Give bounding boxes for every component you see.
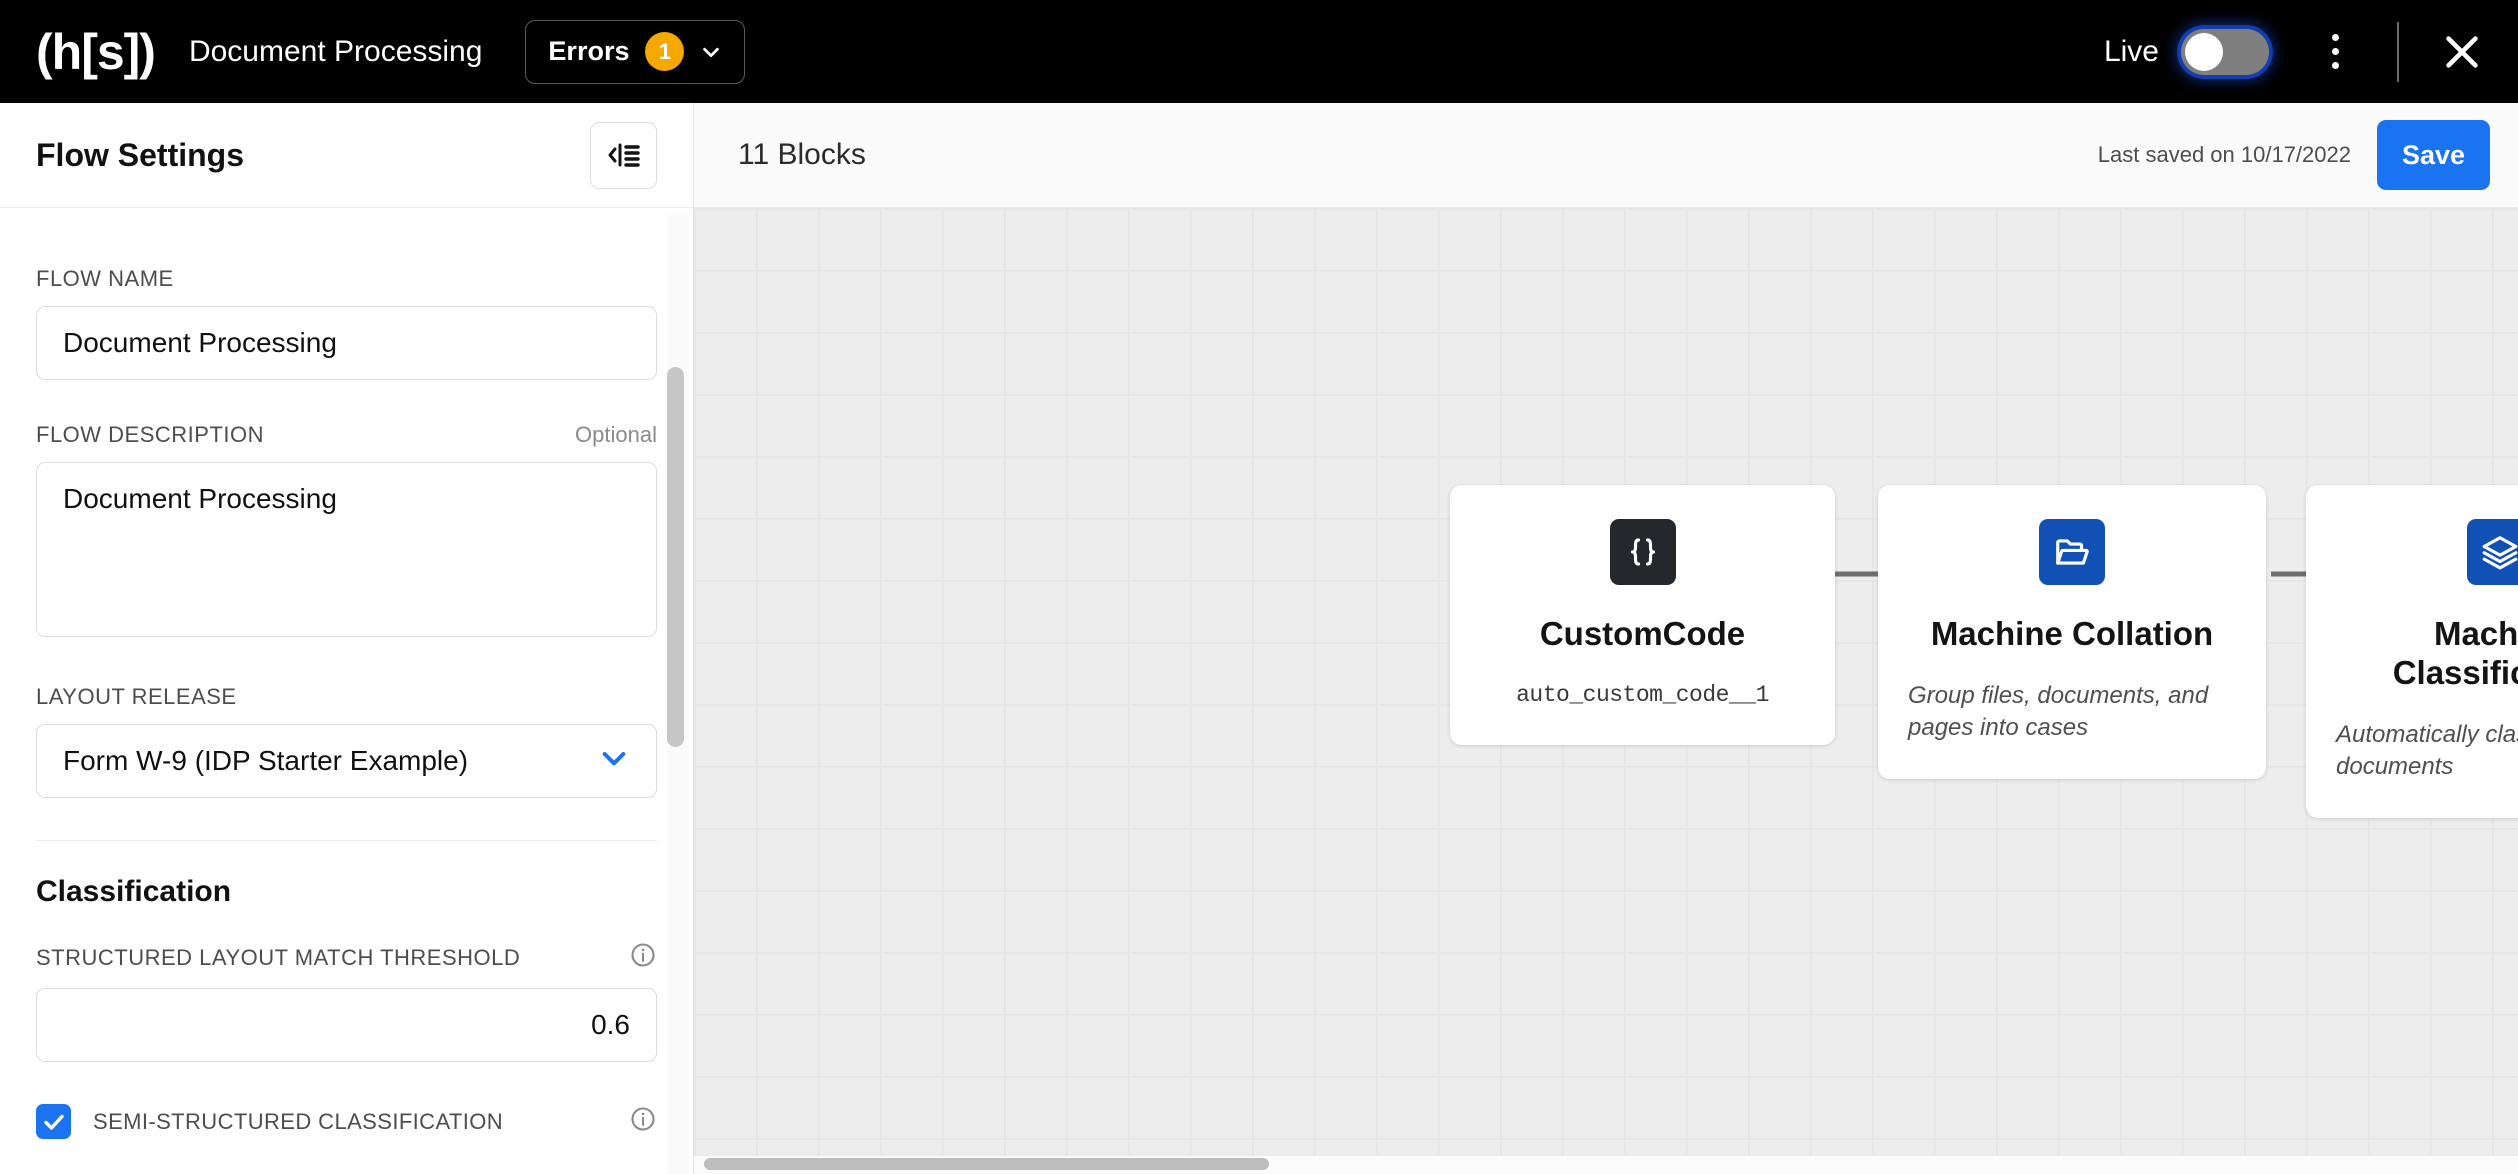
layers-icon — [2467, 519, 2518, 585]
sidebar-header: Flow Settings — [0, 103, 693, 208]
layout-release-value: Form W-9 (IDP Starter Example) — [63, 745, 469, 776]
top-bar-right-group: Live — [2103, 21, 2485, 82]
semi-structured-classification-checkbox[interactable] — [36, 1104, 71, 1139]
blocks-count-label: 11 Blocks — [738, 138, 866, 171]
sidebar-title: Flow Settings — [36, 136, 244, 173]
canvas-horizontal-scrollbar-thumb[interactable] — [704, 1158, 1269, 1170]
layout-release-label-row: LAYOUT RELEASE — [36, 684, 657, 710]
app-root: (h[s]) Document Processing Errors 1 Live — [0, 0, 2518, 1174]
layout-release-field: LAYOUT RELEASE Form W-9 (IDP Starter Exa… — [36, 684, 657, 798]
flow-node-machine-classification[interactable]: Machine Classification Automatically cla… — [2306, 485, 2518, 818]
top-bar: (h[s]) Document Processing Errors 1 Live — [0, 0, 2518, 103]
chevron-down-icon — [700, 41, 722, 63]
last-saved-label: Last saved on 10/17/2022 — [2097, 142, 2351, 167]
flow-name-field: FLOW NAME — [36, 266, 657, 380]
threshold-field: STRUCTURED LAYOUT MATCH THRESHOLD — [36, 941, 657, 1062]
flow-description-field: FLOW DESCRIPTION Optional Document Proce… — [36, 422, 657, 642]
flow-node-customcode[interactable]: CustomCode auto_custom_code__1 — [1450, 485, 1835, 745]
flow-description-label: FLOW DESCRIPTION — [36, 422, 265, 447]
sidebar-scrollbar-track[interactable] — [667, 215, 689, 1174]
threshold-label-row: STRUCTURED LAYOUT MATCH THRESHOLD — [36, 941, 657, 974]
toggle-knob — [2185, 32, 2223, 71]
live-label: Live — [2103, 34, 2159, 68]
semi-structured-classification-row: SEMI-STRUCTURED CLASSIFICATION — [36, 1104, 657, 1139]
toolbar-divider — [2397, 21, 2399, 82]
layout-release-select[interactable]: Form W-9 (IDP Starter Example) — [36, 724, 657, 798]
node-subtitle: Group files, documents, and pages into c… — [1908, 681, 2209, 742]
chevron-down-icon — [598, 742, 630, 781]
flow-name-label-row: FLOW NAME — [36, 266, 657, 292]
folder-open-icon — [2039, 519, 2105, 585]
kebab-dot — [2331, 48, 2339, 55]
layout-release-label: LAYOUT RELEASE — [36, 684, 237, 709]
flow-name-label: FLOW NAME — [36, 266, 174, 291]
sidebar-scrollbar-thumb[interactable] — [667, 367, 684, 747]
errors-dropdown-button[interactable]: Errors 1 — [525, 19, 746, 84]
kebab-dot — [2331, 34, 2339, 41]
layout-release-select-wrap: Form W-9 (IDP Starter Example) — [36, 724, 657, 798]
flow-description-optional-tag: Optional — [575, 422, 657, 447]
sidebar-content: FLOW NAME FLOW DESCRIPTION Optional Docu… — [0, 208, 693, 1174]
kebab-dot — [2331, 62, 2339, 69]
node-subtitle: Automatically classify documents — [2336, 720, 2518, 781]
app-body: Flow Settings FLOW NAME Document Process… — [0, 103, 2518, 1174]
close-icon[interactable] — [2439, 29, 2485, 75]
collapse-panel-icon[interactable] — [590, 121, 657, 189]
brand-logo: (h[s]) — [36, 23, 156, 80]
flow-canvas[interactable]: If task needed CustomCode auto_custom_co… — [694, 208, 2518, 1174]
flow-name-input[interactable] — [36, 306, 657, 380]
info-icon[interactable] — [629, 1105, 657, 1138]
semi-structured-classification-label: SEMI-STRUCTURED CLASSIFICATION — [93, 1108, 504, 1134]
classification-section-title: Classification — [36, 875, 232, 908]
info-icon[interactable] — [629, 941, 657, 974]
live-toggle[interactable] — [2181, 28, 2269, 75]
flow-settings-sidebar: Flow Settings FLOW NAME Document Process… — [0, 103, 694, 1174]
node-title: CustomCode — [1539, 615, 1746, 652]
page-title: Document Processing — [188, 34, 483, 68]
errors-label: Errors — [548, 36, 630, 66]
kebab-menu-icon[interactable] — [2313, 24, 2357, 80]
flow-node-machine-collation[interactable]: Machine Collation Group files, documents… — [1878, 485, 2266, 779]
node-title: Machine Classification — [2392, 615, 2518, 691]
flow-description-label-row: FLOW DESCRIPTION Optional — [36, 422, 657, 448]
errors-count-badge: 1 — [645, 32, 685, 71]
curly-braces-icon — [1609, 519, 1676, 585]
section-divider — [36, 840, 657, 841]
save-button[interactable]: Save — [2377, 120, 2490, 190]
threshold-label: STRUCTURED LAYOUT MATCH THRESHOLD — [36, 944, 521, 970]
canvas-area: 11 Blocks Last saved on 10/17/2022 Save — [694, 103, 2518, 1174]
threshold-input[interactable] — [36, 988, 657, 1062]
flow-description-input[interactable]: Document Processing — [36, 462, 657, 637]
node-subtitle: auto_custom_code__1 — [1516, 681, 1769, 708]
canvas-toolbar: 11 Blocks Last saved on 10/17/2022 Save — [694, 103, 2518, 208]
node-title: Machine Collation — [1930, 615, 2214, 652]
canvas-horizontal-scrollbar-track[interactable] — [694, 1155, 2518, 1174]
